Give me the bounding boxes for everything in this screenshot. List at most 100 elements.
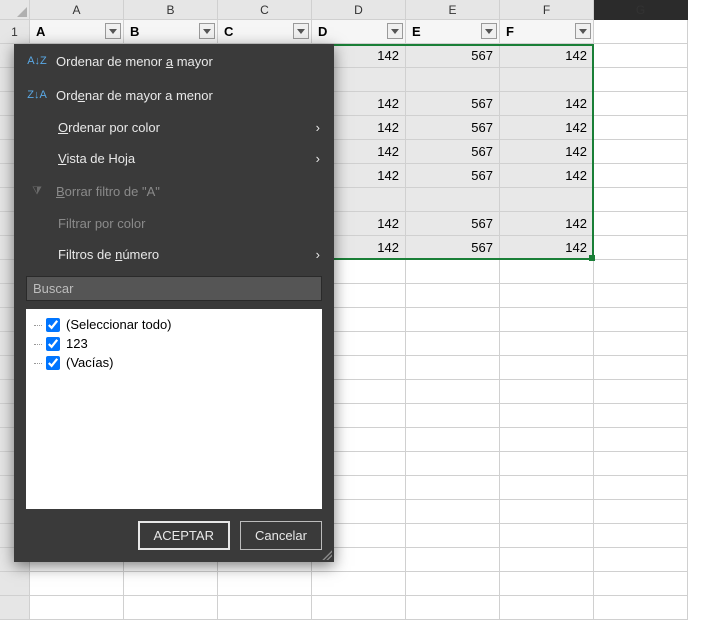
col-header-A[interactable]: A xyxy=(30,0,124,20)
cell[interactable] xyxy=(406,452,500,476)
cell[interactable] xyxy=(594,92,688,116)
cell[interactable] xyxy=(500,428,594,452)
cell[interactable] xyxy=(594,452,688,476)
cell[interactable] xyxy=(406,500,500,524)
cell[interactable] xyxy=(500,332,594,356)
cell[interactable] xyxy=(406,188,500,212)
cell[interactable]: 567 xyxy=(406,140,500,164)
filter-values-list[interactable]: (Seleccionar todo) 123 (Vacías) xyxy=(26,309,322,509)
checkbox[interactable] xyxy=(46,356,60,370)
cell[interactable] xyxy=(30,572,124,596)
cell[interactable] xyxy=(594,236,688,260)
cell[interactable]: 142 xyxy=(500,92,594,116)
cell[interactable] xyxy=(594,380,688,404)
cell[interactable] xyxy=(500,308,594,332)
cell[interactable] xyxy=(594,428,688,452)
cell[interactable]: 567 xyxy=(406,164,500,188)
cell[interactable]: 567 xyxy=(406,212,500,236)
check-select-all[interactable]: (Seleccionar todo) xyxy=(34,315,314,334)
cell[interactable] xyxy=(500,476,594,500)
sheet-view-item[interactable]: Vista de Hoja › xyxy=(14,143,334,174)
cell[interactable] xyxy=(500,548,594,572)
cell[interactable] xyxy=(500,260,594,284)
row-header[interactable] xyxy=(0,596,30,620)
filter-cell-B[interactable]: B xyxy=(124,20,218,44)
cell[interactable] xyxy=(594,260,688,284)
cell[interactable]: 142 xyxy=(500,140,594,164)
cell[interactable] xyxy=(594,212,688,236)
cell[interactable] xyxy=(406,380,500,404)
cell[interactable] xyxy=(594,116,688,140)
cell[interactable] xyxy=(218,596,312,620)
cell[interactable] xyxy=(594,20,688,44)
cell[interactable] xyxy=(594,68,688,92)
cell[interactable] xyxy=(594,284,688,308)
cell[interactable] xyxy=(500,68,594,92)
ok-button[interactable]: ACEPTAR xyxy=(138,521,230,550)
cell[interactable]: 567 xyxy=(406,236,500,260)
cell[interactable] xyxy=(500,284,594,308)
cell[interactable] xyxy=(500,452,594,476)
col-header-F[interactable]: F xyxy=(500,0,594,20)
filter-dropdown-icon[interactable] xyxy=(199,23,215,39)
filter-cell-A[interactable]: A xyxy=(30,20,124,44)
cell[interactable]: 567 xyxy=(406,92,500,116)
cell[interactable] xyxy=(406,476,500,500)
cell[interactable]: 567 xyxy=(406,116,500,140)
col-header-D[interactable]: D xyxy=(312,0,406,20)
cancel-button[interactable]: Cancelar xyxy=(240,521,322,550)
filter-dropdown-icon[interactable] xyxy=(575,23,591,39)
row-header[interactable] xyxy=(0,572,30,596)
cell[interactable] xyxy=(594,188,688,212)
select-all-corner[interactable] xyxy=(0,0,30,20)
number-filters-item[interactable]: Filtros de número › xyxy=(14,239,334,270)
check-blanks[interactable]: (Vacías) xyxy=(34,353,314,372)
cell[interactable] xyxy=(406,332,500,356)
cell[interactable] xyxy=(218,572,312,596)
cell[interactable] xyxy=(594,332,688,356)
col-header-B[interactable]: B xyxy=(124,0,218,20)
filter-cell-D[interactable]: D xyxy=(312,20,406,44)
cell[interactable] xyxy=(406,404,500,428)
cell[interactable]: 142 xyxy=(500,212,594,236)
cell[interactable] xyxy=(594,548,688,572)
cell[interactable] xyxy=(406,260,500,284)
filter-cell-F[interactable]: F xyxy=(500,20,594,44)
cell[interactable]: 142 xyxy=(500,44,594,68)
cell[interactable] xyxy=(594,404,688,428)
checkbox[interactable] xyxy=(46,318,60,332)
filter-cell-C[interactable]: C xyxy=(218,20,312,44)
cell[interactable] xyxy=(406,572,500,596)
cell[interactable]: 567 xyxy=(406,44,500,68)
cell[interactable] xyxy=(406,308,500,332)
col-header-E[interactable]: E xyxy=(406,0,500,20)
filter-dropdown-icon[interactable] xyxy=(293,23,309,39)
cell[interactable] xyxy=(406,428,500,452)
cell[interactable] xyxy=(594,164,688,188)
cell[interactable] xyxy=(500,380,594,404)
sort-desc-item[interactable]: Z↓A Ordenar de mayor a menor xyxy=(14,78,334,112)
sort-by-color-item[interactable]: Ordenar por color › xyxy=(14,112,334,143)
cell[interactable] xyxy=(406,68,500,92)
cell[interactable] xyxy=(312,572,406,596)
cell[interactable]: 142 xyxy=(500,116,594,140)
cell[interactable] xyxy=(594,524,688,548)
cell[interactable]: 142 xyxy=(500,236,594,260)
cell[interactable] xyxy=(500,188,594,212)
filter-dropdown-icon[interactable] xyxy=(387,23,403,39)
cell[interactable] xyxy=(30,596,124,620)
cell[interactable] xyxy=(500,404,594,428)
row-header-1[interactable]: 1 xyxy=(0,20,30,44)
cell[interactable] xyxy=(500,596,594,620)
cell[interactable] xyxy=(594,356,688,380)
cell[interactable] xyxy=(500,500,594,524)
filter-dropdown-icon[interactable] xyxy=(105,23,121,39)
cell[interactable]: 142 xyxy=(500,164,594,188)
cell[interactable] xyxy=(594,476,688,500)
cell[interactable] xyxy=(594,308,688,332)
checkbox[interactable] xyxy=(46,337,60,351)
filter-cell-E[interactable]: E xyxy=(406,20,500,44)
cell[interactable] xyxy=(406,548,500,572)
cell[interactable] xyxy=(406,596,500,620)
cell[interactable] xyxy=(594,572,688,596)
